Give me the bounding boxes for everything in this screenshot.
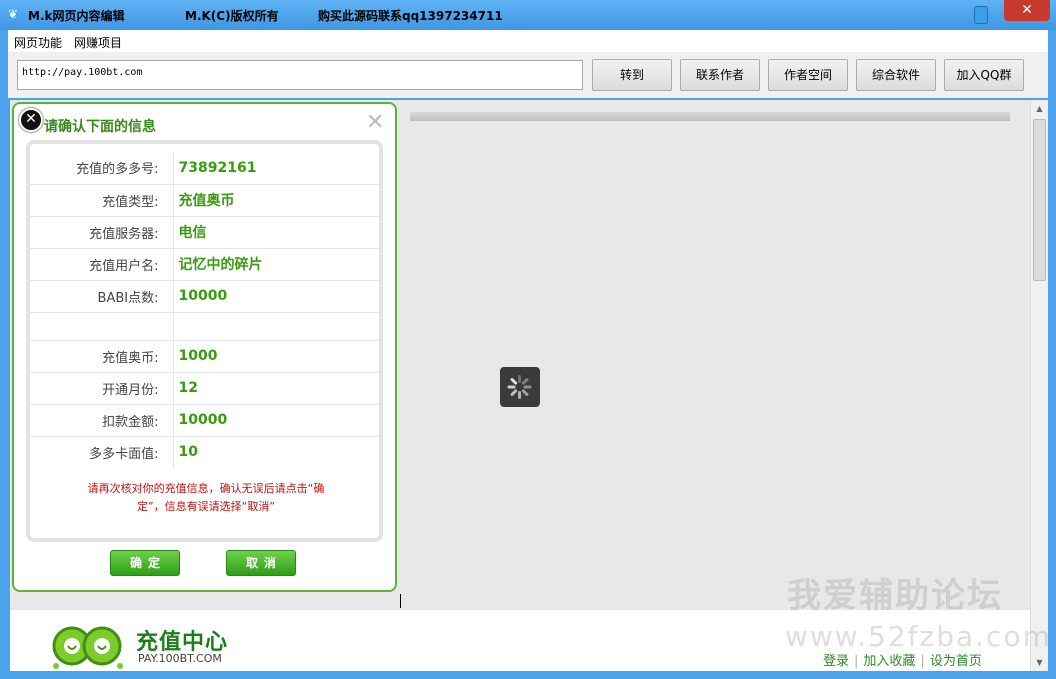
info-row (30, 311, 379, 340)
set-homepage-link[interactable]: 设为首页 (930, 654, 982, 669)
link-divider: | (854, 654, 859, 669)
info-value: 10 (173, 435, 379, 468)
info-value: 记忆中的碎片 (173, 247, 379, 280)
menu-bar: 网页功能 网赚项目 (8, 30, 1048, 52)
page-header-strip (410, 112, 1010, 121)
spinner-tick (518, 391, 521, 399)
logo-subtitle: PAY.100BT.COM (138, 652, 222, 665)
watermark-text: 我爱辅助论坛 (787, 576, 1003, 616)
info-label: 充值类型: (30, 183, 174, 216)
info-row: 充值用户名: 记忆中的碎片 (30, 247, 379, 280)
cancel-button[interactable]: 取消 (226, 550, 296, 576)
logo-icon (52, 626, 123, 669)
info-row: 充值服务器: 电信 (30, 215, 379, 248)
confirm-notice: 请再次核对你的充值信息，确认无误后请点击“确 定”，信息有误请选择“取消” (66, 480, 346, 516)
menu-item-earn-projects[interactable]: 网赚项目 (74, 34, 122, 51)
spinner-tick (509, 388, 518, 397)
window-close-button[interactable]: ✕ (1004, 0, 1050, 21)
author-space-button[interactable]: 作者空间 (768, 59, 848, 91)
scroll-up-icon[interactable]: ▲ (1031, 100, 1048, 117)
login-link[interactable]: 登录 (823, 654, 849, 669)
dialog-title: 请确认下面的信息 (44, 119, 156, 135)
confirm-dialog: 请确认下面的信息 ✕ 充值的多多号: 73892161 充值类型: 充值奥币 充值服务器… (12, 102, 397, 592)
spinner-tick (518, 375, 521, 383)
info-panel: 充值的多多号: 73892161 充值类型: 充值奥币 充值服务器: 电信 充值用户名: 记忆… (26, 140, 383, 542)
app-window: ❦ M.k网页内容编辑 M.K(C)版权所有 购买此源码联系qq13972347… (0, 0, 1056, 679)
go-button[interactable]: 转到 (592, 59, 672, 91)
info-value (173, 311, 379, 340)
toolbar: http://pay.100bt.com 转到 联系作者 作者空间 综合软件 加… (8, 52, 1048, 98)
spinner-tick (523, 385, 532, 389)
info-label (30, 311, 174, 340)
spinner-tick (507, 385, 516, 389)
info-row: 扣款金额: 10000 (30, 403, 379, 436)
url-input[interactable]: http://pay.100bt.com (17, 60, 583, 90)
info-label: 充值的多多号: (30, 152, 174, 184)
info-label: 扣款金额: (30, 403, 174, 436)
info-value: 73892161 (178, 159, 257, 176)
add-favorite-link[interactable]: 加入收藏 (863, 654, 915, 669)
spinner-tick (521, 377, 530, 386)
title-bar: ❦ M.k网页内容编辑 M.K(C)版权所有 购买此源码联系qq13972347… (0, 0, 1056, 30)
scroll-down-icon[interactable]: ▼ (1031, 654, 1048, 671)
tray-icon[interactable] (974, 6, 988, 24)
copyright-text: M.K(C)版权所有 (185, 9, 279, 23)
notice-line-2: 定”，信息有误请选择“取消” (136, 500, 276, 513)
info-row: 开通月份: 12 (30, 371, 379, 404)
info-value: 电信 (173, 215, 379, 248)
contact-author-button[interactable]: 联系作者 (680, 59, 760, 91)
info-value: 10000 (173, 403, 379, 436)
info-row: BABI点数: 10000 (30, 279, 379, 312)
vertical-scrollbar[interactable]: ▲ ▼ (1030, 100, 1048, 671)
text-cursor (400, 594, 401, 608)
window-title: M.k网页内容编辑 (28, 9, 125, 23)
dialog-close-icon[interactable]: ✕ (366, 110, 384, 135)
info-value: 充值奥币 (173, 183, 379, 216)
loading-spinner-icon (500, 367, 540, 407)
scrollbar-thumb[interactable] (1033, 119, 1046, 281)
software-button[interactable]: 综合软件 (856, 59, 936, 91)
info-value: 12 (173, 371, 379, 404)
info-row: 充值奥币: 1000 (30, 339, 379, 372)
info-value: 1000 (173, 339, 379, 372)
info-label: 多多卡面值: (30, 435, 174, 468)
notice-line-1: 请再次核对你的充值信息，确认无误后请点击“确 (87, 482, 325, 495)
menu-item-web-functions[interactable]: 网页功能 (14, 34, 62, 51)
info-value: 10000 (173, 279, 379, 312)
info-row: 充值类型: 充值奥币 (30, 183, 379, 216)
info-label: 充值用户名: (30, 247, 174, 280)
close-overlay-icon[interactable]: ✕ (19, 108, 43, 132)
confirm-button[interactable]: 确定 (110, 550, 180, 576)
spinner-tick (509, 377, 518, 386)
info-row: 充值的多多号: 73892161 (30, 152, 379, 184)
info-label: 充值奥币: (30, 339, 174, 372)
info-row: 多多卡面值: 10 (30, 435, 379, 468)
app-icon: ❦ (8, 7, 19, 21)
info-table: 充值的多多号: 73892161 充值类型: 充值奥币 充值服务器: 电信 充值用户名: 记忆… (30, 152, 379, 468)
info-label: BABI点数: (30, 279, 174, 312)
info-label: 开通月份: (30, 371, 174, 404)
contact-text: 购买此源码联系qq1397234711 (318, 9, 503, 23)
info-label: 充值服务器: (30, 215, 174, 248)
link-divider: | (920, 654, 925, 669)
watermark-url: www.52fzba.com (785, 620, 1052, 653)
spinner-tick (521, 388, 530, 397)
join-qq-group-button[interactable]: 加入QQ群 (944, 59, 1024, 91)
